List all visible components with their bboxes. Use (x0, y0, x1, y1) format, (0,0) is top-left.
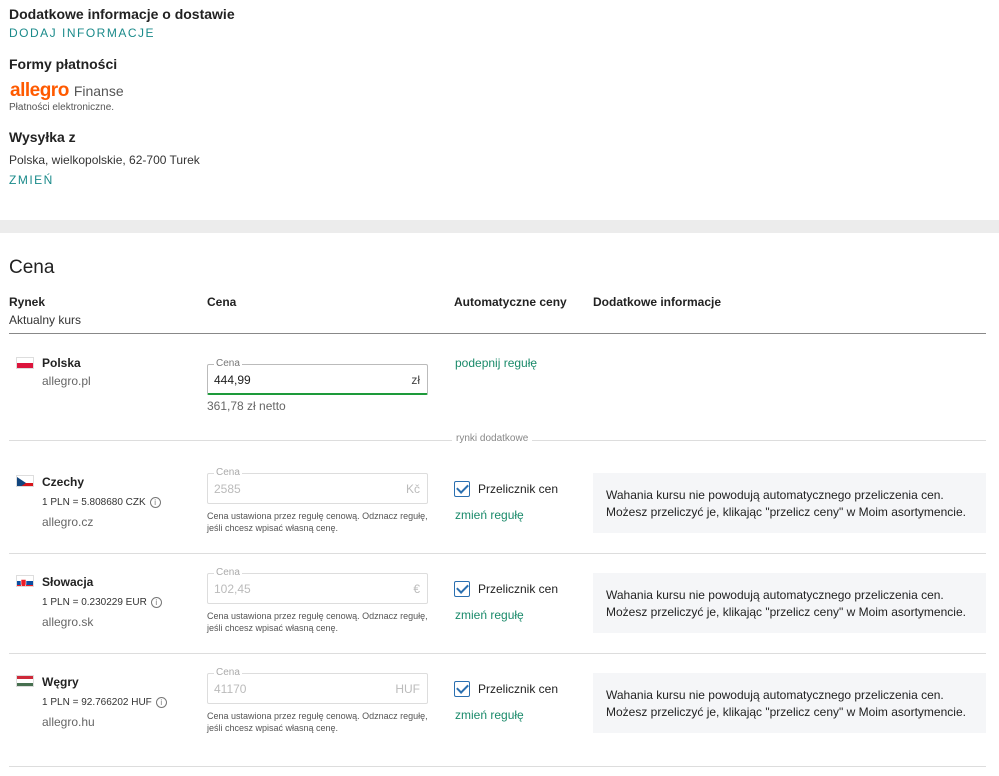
currency-label: HUF (395, 682, 420, 696)
row-divider (9, 653, 986, 654)
country-name: Węgry (42, 675, 79, 689)
price-field-label: Cena (214, 467, 242, 478)
exchange-rate: 1 PLN = 92.766202 HUF i (42, 697, 167, 708)
info-icon[interactable]: i (149, 497, 161, 508)
checkbox-checked-icon[interactable] (454, 681, 470, 697)
finanse-logo-text: Finanse (73, 83, 124, 99)
price-field-label: Cena (214, 567, 242, 578)
market-domain: allegro.cz (42, 515, 94, 529)
column-header-auto-prices: Automatyczne ceny (454, 295, 567, 309)
flag-slovakia-icon (16, 575, 34, 587)
ship-from-address: Polska, wielkopolskie, 62-700 Turek (9, 153, 200, 167)
price-rule-hint: Cena ustawiona przez regułę cenową. Odzn… (207, 711, 428, 733)
price-input-hu[interactable]: Cena 41170 HUF (207, 667, 428, 704)
netto-price: 361,78 zł netto (207, 399, 286, 413)
change-rule-link[interactable]: zmień regułę (455, 508, 524, 522)
country-name: Czechy (42, 475, 85, 489)
additional-markets-label: rynki dodatkowe (452, 433, 533, 444)
exchange-rate-text: 1 PLN = 5.808680 CZK (42, 497, 146, 508)
currency-label: zł (411, 373, 420, 387)
price-input-pl[interactable]: Cena 444,99 zł (207, 358, 428, 395)
attach-rule-link[interactable]: podepnij regułę (455, 356, 537, 370)
extra-info-title: Dodatkowe informacje o dostawie (9, 6, 235, 22)
price-input-sk[interactable]: Cena 102,45 € (207, 567, 428, 604)
flag-poland-icon (16, 357, 34, 369)
price-value: 444,99 (214, 373, 251, 387)
section-separator (0, 220, 999, 233)
price-section-title: Cena (9, 257, 55, 278)
price-converter-checkbox[interactable]: Przelicznik cen (454, 581, 558, 597)
country-name: Polska (42, 356, 81, 370)
column-header-rate: Aktualny kurs (9, 313, 82, 327)
change-rule-link[interactable]: zmień regułę (455, 708, 524, 722)
price-value: 102,45 (214, 582, 251, 596)
market-domain: allegro.sk (42, 615, 94, 629)
price-field-label: Cena (214, 667, 242, 678)
price-rule-hint: Cena ustawiona przez regułę cenową. Odzn… (207, 511, 428, 533)
country-name: Słowacja (42, 575, 94, 589)
flag-czech-icon (16, 475, 34, 487)
checkbox-checked-icon[interactable] (454, 581, 470, 597)
exchange-rate-text: 1 PLN = 92.766202 HUF (42, 697, 152, 708)
add-info-link[interactable]: DODAJ INFORMACJE (9, 26, 155, 40)
flag-hungary-icon (16, 675, 34, 687)
info-icon[interactable]: i (155, 697, 167, 708)
checkbox-label: Przelicznik cen (478, 682, 559, 696)
column-header-price: Cena (207, 295, 237, 309)
column-header-extra-info: Dodatkowe informacje (593, 295, 722, 309)
checkbox-label: Przelicznik cen (478, 482, 559, 496)
row-divider (9, 553, 986, 554)
exchange-rate-text: 1 PLN = 0.230229 EUR (42, 597, 147, 608)
exchange-rate: 1 PLN = 5.808680 CZK i (42, 497, 161, 508)
exchange-note: Wahania kursu nie powodują automatyczneg… (593, 573, 986, 633)
header-divider (9, 333, 986, 334)
market-domain: allegro.hu (42, 715, 95, 729)
exchange-note: Wahania kursu nie powodują automatyczneg… (593, 673, 986, 733)
price-converter-checkbox[interactable]: Przelicznik cen (454, 681, 558, 697)
payment-desc: Płatności elektroniczne. (9, 102, 115, 113)
row-divider (9, 766, 986, 767)
currency-label: € (413, 582, 420, 596)
currency-label: Kč (405, 482, 420, 496)
exchange-rate: 1 PLN = 0.230229 EUR i (42, 597, 162, 608)
allegro-logo-text: allegro (10, 80, 69, 101)
price-value: 2585 (214, 482, 241, 496)
checkbox-label: Przelicznik cen (478, 582, 559, 596)
ship-from-title: Wysyłka z (9, 129, 76, 145)
payment-title: Formy płatności (9, 56, 118, 72)
change-address-link[interactable]: ZMIEŃ (9, 173, 54, 187)
exchange-note: Wahania kursu nie powodują automatyczneg… (593, 473, 986, 533)
price-value: 41170 (214, 682, 247, 696)
price-input-cz[interactable]: Cena 2585 Kč (207, 467, 428, 504)
info-icon[interactable]: i (150, 597, 162, 608)
market-domain: allegro.pl (42, 374, 91, 388)
allegro-finanse-logo: allegro Finanse (10, 80, 124, 102)
change-rule-link[interactable]: zmień regułę (455, 608, 524, 622)
price-field-label: Cena (214, 358, 242, 369)
price-rule-hint: Cena ustawiona przez regułę cenową. Odzn… (207, 611, 428, 633)
checkbox-checked-icon[interactable] (454, 481, 470, 497)
price-converter-checkbox[interactable]: Przelicznik cen (454, 481, 558, 497)
column-header-market: Rynek (9, 295, 46, 309)
